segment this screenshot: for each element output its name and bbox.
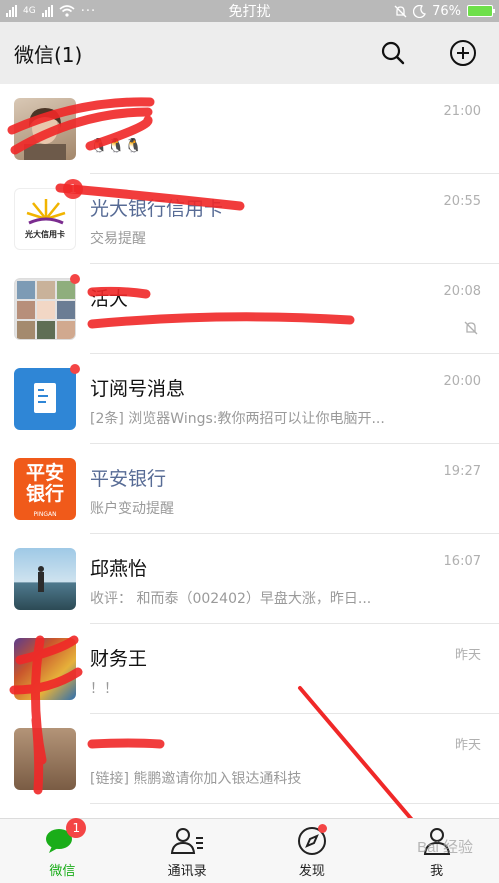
signal-icon [6, 5, 17, 17]
search-icon [381, 41, 405, 65]
add-button[interactable] [441, 31, 485, 75]
chat-name: 活大 [90, 288, 129, 310]
chat-content: 订阅号消息 [2条] 浏览器Wings:教你两招可以让你电脑开... 20:00 [90, 354, 499, 444]
chat-preview: [2条] 浏览器Wings:教你两招可以让你电脑开... [90, 411, 385, 427]
bell-off-icon [464, 321, 478, 335]
avatar [14, 274, 80, 340]
chat-preview: ！！ [90, 681, 118, 697]
status-right: 76% [394, 3, 495, 19]
chat-time: 20:55 [443, 194, 481, 209]
avatar-caption: 平安银行 [25, 462, 64, 505]
battery-percent: 76% [432, 3, 461, 19]
chat-item[interactable] [0, 804, 499, 818]
chat-name: 邱燕怡 [90, 558, 148, 580]
tab-contacts[interactable]: 通讯录 [125, 819, 250, 883]
tab-label: 我 [430, 864, 444, 879]
watermark: Bai 经验 [417, 839, 473, 856]
search-button[interactable] [371, 31, 415, 75]
avatar [14, 364, 80, 430]
tab-label: 通讯录 [167, 864, 207, 879]
tab-discover[interactable]: 发现 [250, 819, 375, 883]
page-title: 微信(1) [14, 42, 83, 67]
unread-dot [70, 364, 80, 374]
chat-item[interactable]: 订阅号消息 [2条] 浏览器Wings:教你两招可以让你电脑开... 20:00 [0, 354, 499, 444]
signal-icon-2 [41, 5, 53, 17]
network-type: 4G [23, 6, 36, 16]
tab-label: 微信 [49, 864, 76, 879]
chat-content: 财务王 ！！ 昨天 [90, 624, 499, 714]
chat-item[interactable]: 邱燕怡 收评： 和而泰（002402）早盘大涨，昨日... 16:07 [0, 534, 499, 624]
avatar: 平安银行 PINGAN [14, 458, 76, 520]
tab-label: 发现 [298, 864, 325, 879]
chat-preview: 🐧🐧🐧 [90, 138, 143, 154]
wifi-icon [59, 5, 75, 17]
chat-name: 平安银行 [90, 468, 167, 490]
compass-icon [296, 824, 328, 858]
chat-time: 昨天 [454, 648, 481, 663]
chat-preview: 交易提醒 [90, 231, 146, 247]
chat-content: 🐧🐧🐧 21:00 [90, 84, 499, 174]
chat-time: 21:00 [443, 104, 481, 119]
unread-badge: 1 [63, 179, 83, 199]
status-left: 4G ··· [6, 4, 96, 19]
unread-dot [70, 274, 80, 284]
avatar [14, 548, 76, 610]
chat-time: 昨天 [454, 738, 481, 753]
avatar-subcaption: PINGAN [33, 511, 57, 518]
chat-time: 19:27 [443, 464, 481, 479]
avatar: 光大信用卡 1 [14, 179, 83, 250]
chat-content: 活大 20:08 [90, 264, 499, 354]
avatar [14, 728, 76, 790]
chat-item[interactable]: 平安银行 PINGAN 平安银行 账户变动提醒 19:27 [0, 444, 499, 534]
moon-icon [413, 4, 427, 18]
bell-off-icon [394, 5, 407, 17]
battery-icon [467, 5, 495, 17]
chat-preview: 收评： 和而泰（002402）早盘大涨，昨日... [90, 591, 372, 607]
unread-badge: 1 [66, 818, 87, 838]
chat-name: 财务王 [90, 648, 148, 670]
avatar [14, 638, 76, 700]
chat-name: 光大银行信用卡 [90, 198, 224, 220]
chat-preview: [链接] 熊鹏邀请你加入银达通科技 [90, 771, 302, 787]
chat-list[interactable]: 🐧🐧🐧 21:00 光大信用卡 1 光大银行信用卡 交易提醒 20:55 活大 … [0, 84, 499, 818]
unread-dot [317, 824, 327, 833]
chat-item[interactable]: 🐧🐧🐧 21:00 [0, 84, 499, 174]
chat-item[interactable]: 光大信用卡 1 光大银行信用卡 交易提醒 20:55 [0, 174, 499, 264]
app-header: 微信(1) [0, 22, 499, 84]
chat-name: 订阅号消息 [90, 378, 186, 400]
chat-time: 20:00 [443, 374, 481, 389]
tab-chats[interactable]: 1 微信 [0, 818, 125, 883]
chat-item[interactable]: 活大 20:08 [0, 264, 499, 354]
status-bar: 4G ··· 免打扰 76% [0, 0, 499, 22]
chat-time: 16:07 [443, 554, 481, 569]
chat-content: 平安银行 账户变动提醒 19:27 [90, 444, 499, 534]
chat-bubble-icon: 1 [44, 818, 87, 858]
more-dots-icon: ··· [80, 3, 97, 19]
chat-preview: 账户变动提醒 [90, 501, 174, 517]
chat-content: [链接] 熊鹏邀请你加入银达通科技 昨天 [90, 714, 499, 804]
contacts-icon [170, 824, 204, 858]
chat-time: 20:08 [443, 284, 481, 299]
chat-content: 光大银行信用卡 交易提醒 20:55 [90, 174, 499, 264]
chat-item[interactable]: [链接] 熊鹏邀请你加入银达通科技 昨天 [0, 714, 499, 804]
chat-content: 邱燕怡 收评： 和而泰（002402）早盘大涨，昨日... 16:07 [90, 534, 499, 624]
chat-item[interactable]: 财务王 ！！ 昨天 [0, 624, 499, 714]
avatar-caption: 光大信用卡 [25, 230, 65, 239]
plus-circle-icon [450, 40, 476, 66]
avatar [14, 98, 76, 160]
